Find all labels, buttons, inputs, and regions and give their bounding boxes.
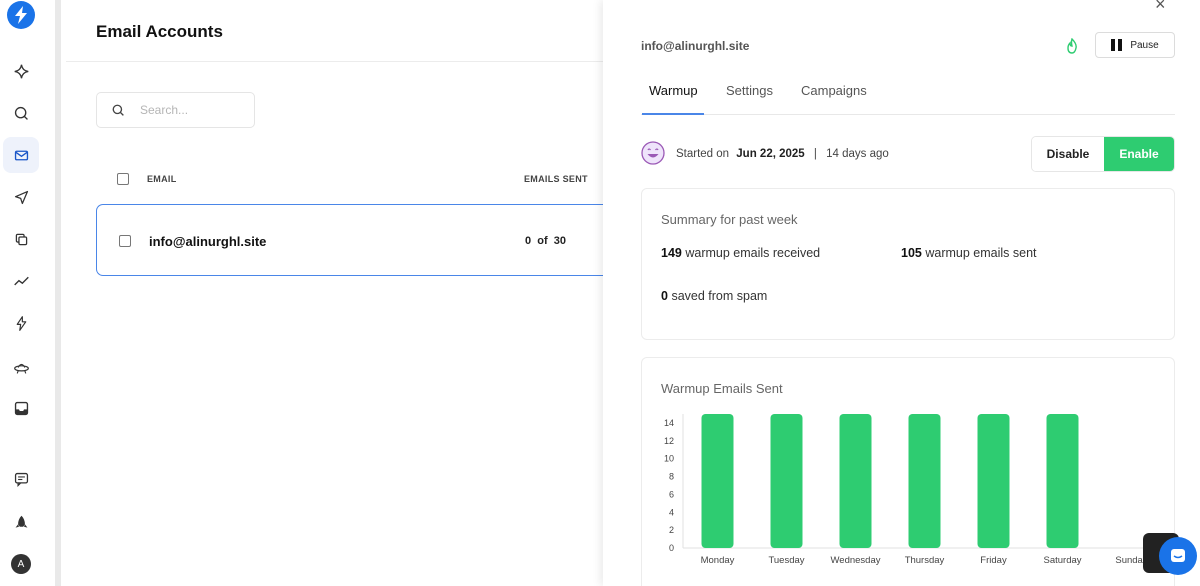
- stat-received: 149 warmup emails received: [661, 246, 820, 260]
- row-sent-limit: 30: [553, 235, 567, 247]
- tab-warmup[interactable]: Warmup: [649, 83, 698, 98]
- search-icon[interactable]: [3, 95, 39, 131]
- pause-button[interactable]: Pause: [1095, 32, 1175, 58]
- enable-button[interactable]: Enable: [1103, 137, 1174, 171]
- y-tick-label: 6: [669, 489, 674, 499]
- bar-thursday[interactable]: [908, 414, 941, 548]
- warmup-toggle: Disable Enable: [1031, 136, 1175, 172]
- y-tick-label: 10: [664, 454, 674, 464]
- column-header-email[interactable]: EMAIL: [147, 174, 177, 184]
- account-detail-panel: × info@alinurghl.site Pause Warmup Setti…: [603, 0, 1200, 586]
- tabs-divider: [641, 114, 1175, 115]
- row-email: info@alinurghl.site: [149, 234, 267, 249]
- warmup-bar-chart: 0 2 4 6 8 10 12 14 Monday Tuesday Wednesday Thursda…: [664, 414, 1166, 566]
- row-checkbox[interactable]: [119, 235, 131, 247]
- select-all-checkbox[interactable]: [117, 173, 129, 185]
- stat-received-label: warmup emails received: [685, 246, 821, 260]
- sidebar-scrollbar[interactable]: [55, 0, 61, 586]
- search-icon: [112, 104, 124, 116]
- warmup-start-info: Started on Jun 22, 2025 | 14 days ago: [676, 148, 889, 160]
- bar-tuesday[interactable]: [770, 414, 803, 548]
- mail-icon[interactable]: [3, 137, 39, 173]
- started-label: Started on: [676, 148, 730, 160]
- smiley-icon: [641, 141, 665, 165]
- app-window: A Email Accounts Search... EMAIL EMAILS …: [0, 0, 1200, 586]
- help-chat-button[interactable]: [1159, 537, 1197, 575]
- stat-spam-count: 0: [661, 289, 668, 303]
- page-title: Email Accounts: [96, 22, 223, 41]
- trend-icon[interactable]: [3, 263, 39, 299]
- active-tab-indicator: [642, 113, 704, 115]
- x-tick-label: Friday: [980, 555, 1007, 566]
- summary-card: Summary for past week 149 warmup emails …: [641, 188, 1175, 340]
- inbox-icon[interactable]: [3, 390, 39, 426]
- tab-campaigns[interactable]: Campaigns: [801, 83, 867, 98]
- bolt-icon[interactable]: [3, 305, 39, 341]
- stat-spam: 0 saved from spam: [661, 289, 767, 303]
- bar-saturday[interactable]: [1046, 414, 1079, 548]
- y-tick-label: 0: [669, 543, 674, 553]
- table-row[interactable]: info@alinurghl.site 0 of 30: [96, 204, 636, 276]
- summary-title: Summary for past week: [661, 212, 798, 227]
- x-tick-label: Saturday: [1043, 555, 1081, 566]
- pause-icon: [1111, 39, 1123, 51]
- bar-friday[interactable]: [977, 414, 1010, 548]
- x-tick-label: Monday: [701, 555, 735, 566]
- row-sent-count: 0: [525, 235, 532, 247]
- sparkle-icon[interactable]: [3, 53, 39, 89]
- copy-icon[interactable]: [3, 221, 39, 257]
- disable-button[interactable]: Disable: [1032, 137, 1104, 171]
- y-tick-label: 12: [664, 436, 674, 446]
- y-tick-label: 14: [664, 418, 674, 428]
- x-tick-label: Thursday: [905, 555, 945, 566]
- avatar[interactable]: A: [11, 554, 31, 574]
- logo-bolt-icon[interactable]: [7, 1, 35, 29]
- header-divider: [66, 61, 606, 62]
- started-date: Jun 22, 2025: [736, 148, 805, 160]
- y-tick-label: 4: [669, 507, 674, 517]
- chart-card: Warmup Emails Sent 0 2 4 6 8 10 12 14 Monday Tues…: [641, 357, 1175, 586]
- row-sent-of: of: [537, 235, 548, 247]
- chat-icon[interactable]: [3, 461, 39, 497]
- stat-spam-label: saved from spam: [671, 289, 768, 303]
- column-header-emails-sent[interactable]: EMAILS SENT: [524, 174, 588, 184]
- y-tick-label: 8: [669, 472, 674, 482]
- separator: |: [813, 148, 817, 160]
- search-input[interactable]: Search...: [96, 92, 255, 128]
- bar-monday[interactable]: [701, 414, 734, 548]
- panel-email: info@alinurghl.site: [641, 39, 750, 53]
- stat-received-count: 149: [661, 246, 682, 260]
- send-icon[interactable]: [3, 179, 39, 215]
- close-icon[interactable]: ×: [1155, 0, 1166, 15]
- ufo-icon[interactable]: [3, 349, 39, 385]
- tab-settings[interactable]: Settings: [726, 83, 773, 98]
- search-placeholder: Search...: [140, 103, 189, 117]
- chat-bubble-icon: [1171, 549, 1185, 562]
- x-tick-label: Wednesday: [831, 555, 881, 566]
- bar-wednesday[interactable]: [839, 414, 872, 548]
- row-emails-sent: 0 of 30: [525, 235, 566, 247]
- sidebar: A: [0, 0, 44, 586]
- flame-icon: [1067, 38, 1077, 54]
- stat-sent: 105 warmup emails sent: [901, 246, 1037, 260]
- days-ago: 14 days ago: [826, 148, 889, 160]
- main-content: Email Accounts Search... EMAIL EMAILS SE…: [66, 0, 636, 586]
- stat-sent-label: warmup emails sent: [925, 246, 1037, 260]
- pause-label: Pause: [1130, 39, 1159, 51]
- stat-sent-count: 105: [901, 246, 922, 260]
- y-tick-label: 2: [669, 525, 674, 535]
- x-tick-label: Tuesday: [768, 555, 804, 566]
- rocket-icon[interactable]: [3, 504, 39, 540]
